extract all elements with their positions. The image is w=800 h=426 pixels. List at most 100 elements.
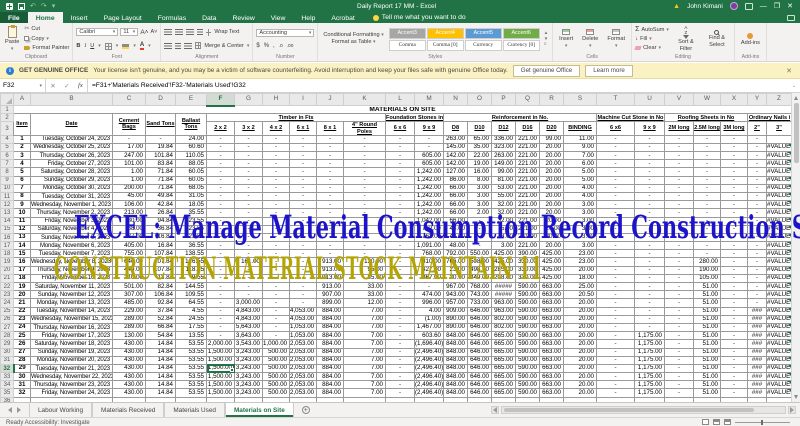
cell[interactable]: 81.00 [491,175,516,185]
cell[interactable]: 20.00 [539,183,564,193]
column-header-V[interactable]: V [664,93,694,106]
cell[interactable]: - [206,134,235,144]
cell[interactable]: - [720,191,748,202]
cell[interactable]: 53.55 [175,372,207,382]
cell[interactable]: - [234,151,263,161]
header-group-reinforcement-in-no-[interactable]: Reinforcement in No. [443,113,597,123]
align-left-icon[interactable] [164,42,173,49]
cell[interactable]: - [720,347,748,357]
cell[interactable]: 99.00 [491,167,516,177]
cell[interactable]: - [664,134,694,144]
cell[interactable]: 4.00 [414,306,444,316]
cell[interactable]: 14.84 [145,347,176,357]
header-item[interactable]: Item [13,113,31,136]
cell[interactable]: 12.00 [343,298,386,308]
cell-item[interactable]: 23 [13,314,31,324]
insert-cells-button[interactable]: Insert ▾ [556,25,576,53]
copy-button[interactable]: Copy ▾ [24,36,69,42]
cell[interactable]: - [596,347,635,357]
cell[interactable]: 35.00 [467,142,492,153]
row-header-17[interactable]: 17 [0,241,14,251]
cell[interactable]: 663.00 [539,290,564,300]
cell[interactable]: - [720,331,748,341]
cell[interactable]: 99.00 [539,134,564,144]
column-header-Y[interactable]: Y [747,93,767,106]
cell[interactable]: - [234,134,263,144]
cell[interactable]: 20.00 [563,322,597,333]
header-group-timber-in-fts[interactable]: Timber in Fts [206,113,386,123]
cell[interactable]: (2,496.40) [414,355,444,365]
increase-decimal-icon[interactable]: .0 [279,44,283,49]
sheet-tab-materials-used[interactable]: Materials Used [164,403,225,417]
cell[interactable]: (2,496.40) [414,388,444,398]
cell[interactable]: - [720,339,748,349]
cell[interactable]: ### [747,322,767,333]
cell[interactable]: 1,500.00 [206,355,235,365]
cell[interactable]: 1,242.00 [414,167,444,177]
align-center-icon[interactable] [175,42,182,49]
merge-center-button[interactable]: Merge & Center [204,43,243,49]
cell[interactable]: ##### [491,290,516,300]
cell[interactable]: #VALUE! [766,314,791,324]
cell[interactable]: 20.00 [563,388,597,398]
subheader-d8[interactable]: D8 [443,121,468,136]
cell[interactable]: - [343,183,386,193]
cell[interactable]: 142.00 [443,151,468,161]
autosum-button[interactable]: Σ AutoSum ▾ [635,26,669,33]
cut-button[interactable]: ✂ Cut [24,26,69,32]
cell[interactable]: #VALUE! [766,331,791,341]
row-header-31[interactable]: 31 [0,355,14,365]
cell[interactable]: - [720,363,748,374]
cell[interactable]: - [596,142,635,153]
cell[interactable]: - [693,191,721,202]
page-break-view-icon[interactable] [724,419,731,425]
cell[interactable]: 23.00 [563,249,597,259]
cell[interactable]: 7.00 [343,388,386,398]
ribbon-display-options-icon[interactable] [744,2,753,10]
cell[interactable]: - [664,290,694,300]
cell-item[interactable]: 27 [13,347,31,357]
cell[interactable]: - [634,290,665,300]
avatar[interactable] [729,2,738,10]
header-cement-bags[interactable]: Cement Bags [112,113,146,136]
cell[interactable]: 25.00 [563,282,597,292]
new-sheet-button[interactable]: + [294,403,318,417]
cell-item[interactable]: 25 [13,331,31,341]
cell[interactable]: 1,500.00 [206,380,235,390]
cell[interactable]: 51.00 [693,306,721,316]
cell[interactable]: - [747,134,767,144]
column-header-W[interactable]: W [693,93,721,106]
cell[interactable]: - [664,159,694,169]
cell[interactable]: - [720,355,748,365]
cell[interactable]: 663.00 [539,298,564,308]
cell[interactable]: - [262,167,290,177]
cell[interactable]: #VALUE! [766,372,791,382]
cell[interactable]: 4,053.00 [289,306,317,316]
cell[interactable]: - [664,372,694,382]
addins-button[interactable]: Add-ins [738,25,763,53]
subheader-d16[interactable]: D16 [515,121,540,136]
menu-tab-file[interactable]: File [0,12,28,23]
cell[interactable]: 221.00 [515,159,540,169]
cell[interactable]: - [385,298,415,308]
cell[interactable]: 7.00 [343,347,386,357]
cell[interactable]: - [596,151,635,161]
cell[interactable]: - [634,265,665,275]
fill-color-icon[interactable] [122,43,130,49]
sheet-tab-materials-on-site[interactable]: Materials on Site [224,403,294,417]
cell[interactable]: - [385,380,415,390]
cell-item[interactable]: 10 [13,208,31,218]
cell[interactable]: 425.00 [539,249,564,259]
menu-tab-data[interactable]: Data [194,12,224,23]
column-header-B[interactable]: B [30,93,113,106]
cell[interactable]: - [747,191,767,202]
cell[interactable]: #VALUE! [766,159,791,169]
cell[interactable]: 23.00 [563,257,597,267]
subheader-3-x-2[interactable]: 3 x 2 [234,121,263,136]
cell[interactable]: - [664,191,694,202]
cell-style-currency-0-[interactable]: Currency [0] [502,39,540,51]
subheader-d10[interactable]: D10 [467,121,492,136]
cell[interactable]: 200.00 [112,183,146,193]
cell[interactable]: 5,643.00 [234,322,263,333]
cell[interactable]: - [234,183,263,193]
